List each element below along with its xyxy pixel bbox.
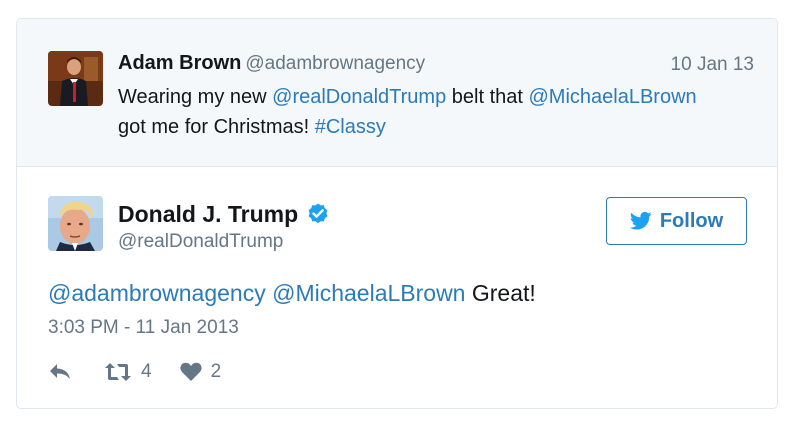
mention-realdonaldtrump-link[interactable]: @realDonaldTrump	[272, 86, 446, 108]
retweet-count: 4	[141, 361, 152, 382]
retweet-icon	[104, 362, 132, 382]
parent-text-line2: got me for Christmas!	[118, 116, 315, 138]
heart-icon	[179, 362, 202, 382]
reply-button[interactable]	[48, 362, 72, 382]
tweet-timestamp[interactable]: 3:03 PM - 11 Jan 2013	[48, 317, 239, 339]
parent-text-middle: belt that	[446, 86, 529, 108]
parent-tweet-text: Wearing my new @realDonaldTrump belt tha…	[118, 82, 758, 142]
verified-badge-icon	[306, 202, 330, 226]
parent-tweet[interactable]: Adam Brown @adambrownagency 10 Jan 13 Wea…	[17, 19, 777, 167]
twitter-bird-icon	[629, 211, 652, 231]
like-button[interactable]: 2	[179, 361, 222, 383]
follow-button[interactable]: Follow	[606, 197, 747, 245]
parent-author-name[interactable]: Adam Brown	[118, 52, 241, 74]
follow-button-label: Follow	[659, 209, 724, 232]
parent-tweet-date[interactable]: 10 Jan 13	[671, 54, 754, 76]
mention-michaelalbrown-link[interactable]: @MichaelaLBrown	[529, 86, 697, 108]
embedded-tweet-card: Adam Brown @adambrownagency 10 Jan 13 Wea…	[16, 18, 778, 409]
mention-michaelalbrown-link[interactable]: @MichaelaLBrown	[272, 280, 465, 306]
parent-text-prefix: Wearing my new	[118, 86, 273, 108]
main-author-handle[interactable]: @realDonaldTrump	[118, 231, 283, 253]
tweet-actions: 4 2	[48, 359, 221, 385]
parent-author-handle[interactable]: @adambrownagency	[245, 53, 425, 74]
reply-icon	[48, 362, 72, 382]
hashtag-classy-link[interactable]: #Classy	[315, 116, 386, 138]
main-tweet-text: @adambrownagency @MichaelaLBrown Great!	[48, 278, 748, 308]
like-count: 2	[210, 361, 222, 382]
parent-author-avatar[interactable]	[48, 51, 103, 106]
main-text-suffix: Great!	[465, 280, 536, 306]
main-author-name[interactable]: Donald J. Trump	[118, 201, 298, 228]
person-photo-avatar-icon	[48, 51, 103, 106]
person-photo-avatar-icon	[48, 196, 103, 251]
main-author-avatar[interactable]	[48, 196, 103, 251]
retweet-button[interactable]: 4	[104, 361, 152, 383]
mention-adambrownagency-link[interactable]: @adambrownagency	[48, 280, 266, 306]
